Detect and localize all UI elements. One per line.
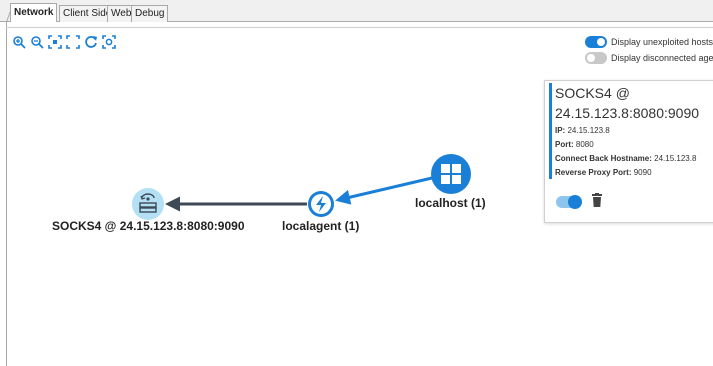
node-label-socks: SOCKS4 @ 24.15.123.8:8080:9090 bbox=[52, 219, 245, 233]
node-info-card: SOCKS4 @ 24.15.123.8:8080:9090 IP: 24.15… bbox=[544, 80, 713, 223]
node-localhost[interactable] bbox=[431, 154, 471, 194]
card-accent-bar bbox=[549, 83, 552, 179]
card-field-reverse-proxy-port: Reverse Proxy Port: 9090 bbox=[555, 168, 652, 177]
node-socks[interactable] bbox=[132, 188, 164, 220]
card-enable-toggle[interactable] bbox=[556, 195, 582, 209]
card-title-line2: 24.15.123.8:8080:9090 bbox=[555, 105, 700, 121]
card-field-connect-back-hostname: Connect Back Hostname: 24.15.123.8 bbox=[555, 154, 697, 163]
card-title-line1: SOCKS4 @ bbox=[555, 85, 630, 101]
trash-icon[interactable] bbox=[592, 193, 602, 207]
node-label-localhost: localhost (1) bbox=[415, 196, 486, 210]
node-label-localagent: localagent (1) bbox=[282, 219, 360, 233]
card-field-ip: IP: 24.15.123.8 bbox=[555, 126, 610, 135]
node-localagent[interactable] bbox=[308, 191, 334, 217]
card-field-port: Port: 8080 bbox=[555, 140, 594, 149]
